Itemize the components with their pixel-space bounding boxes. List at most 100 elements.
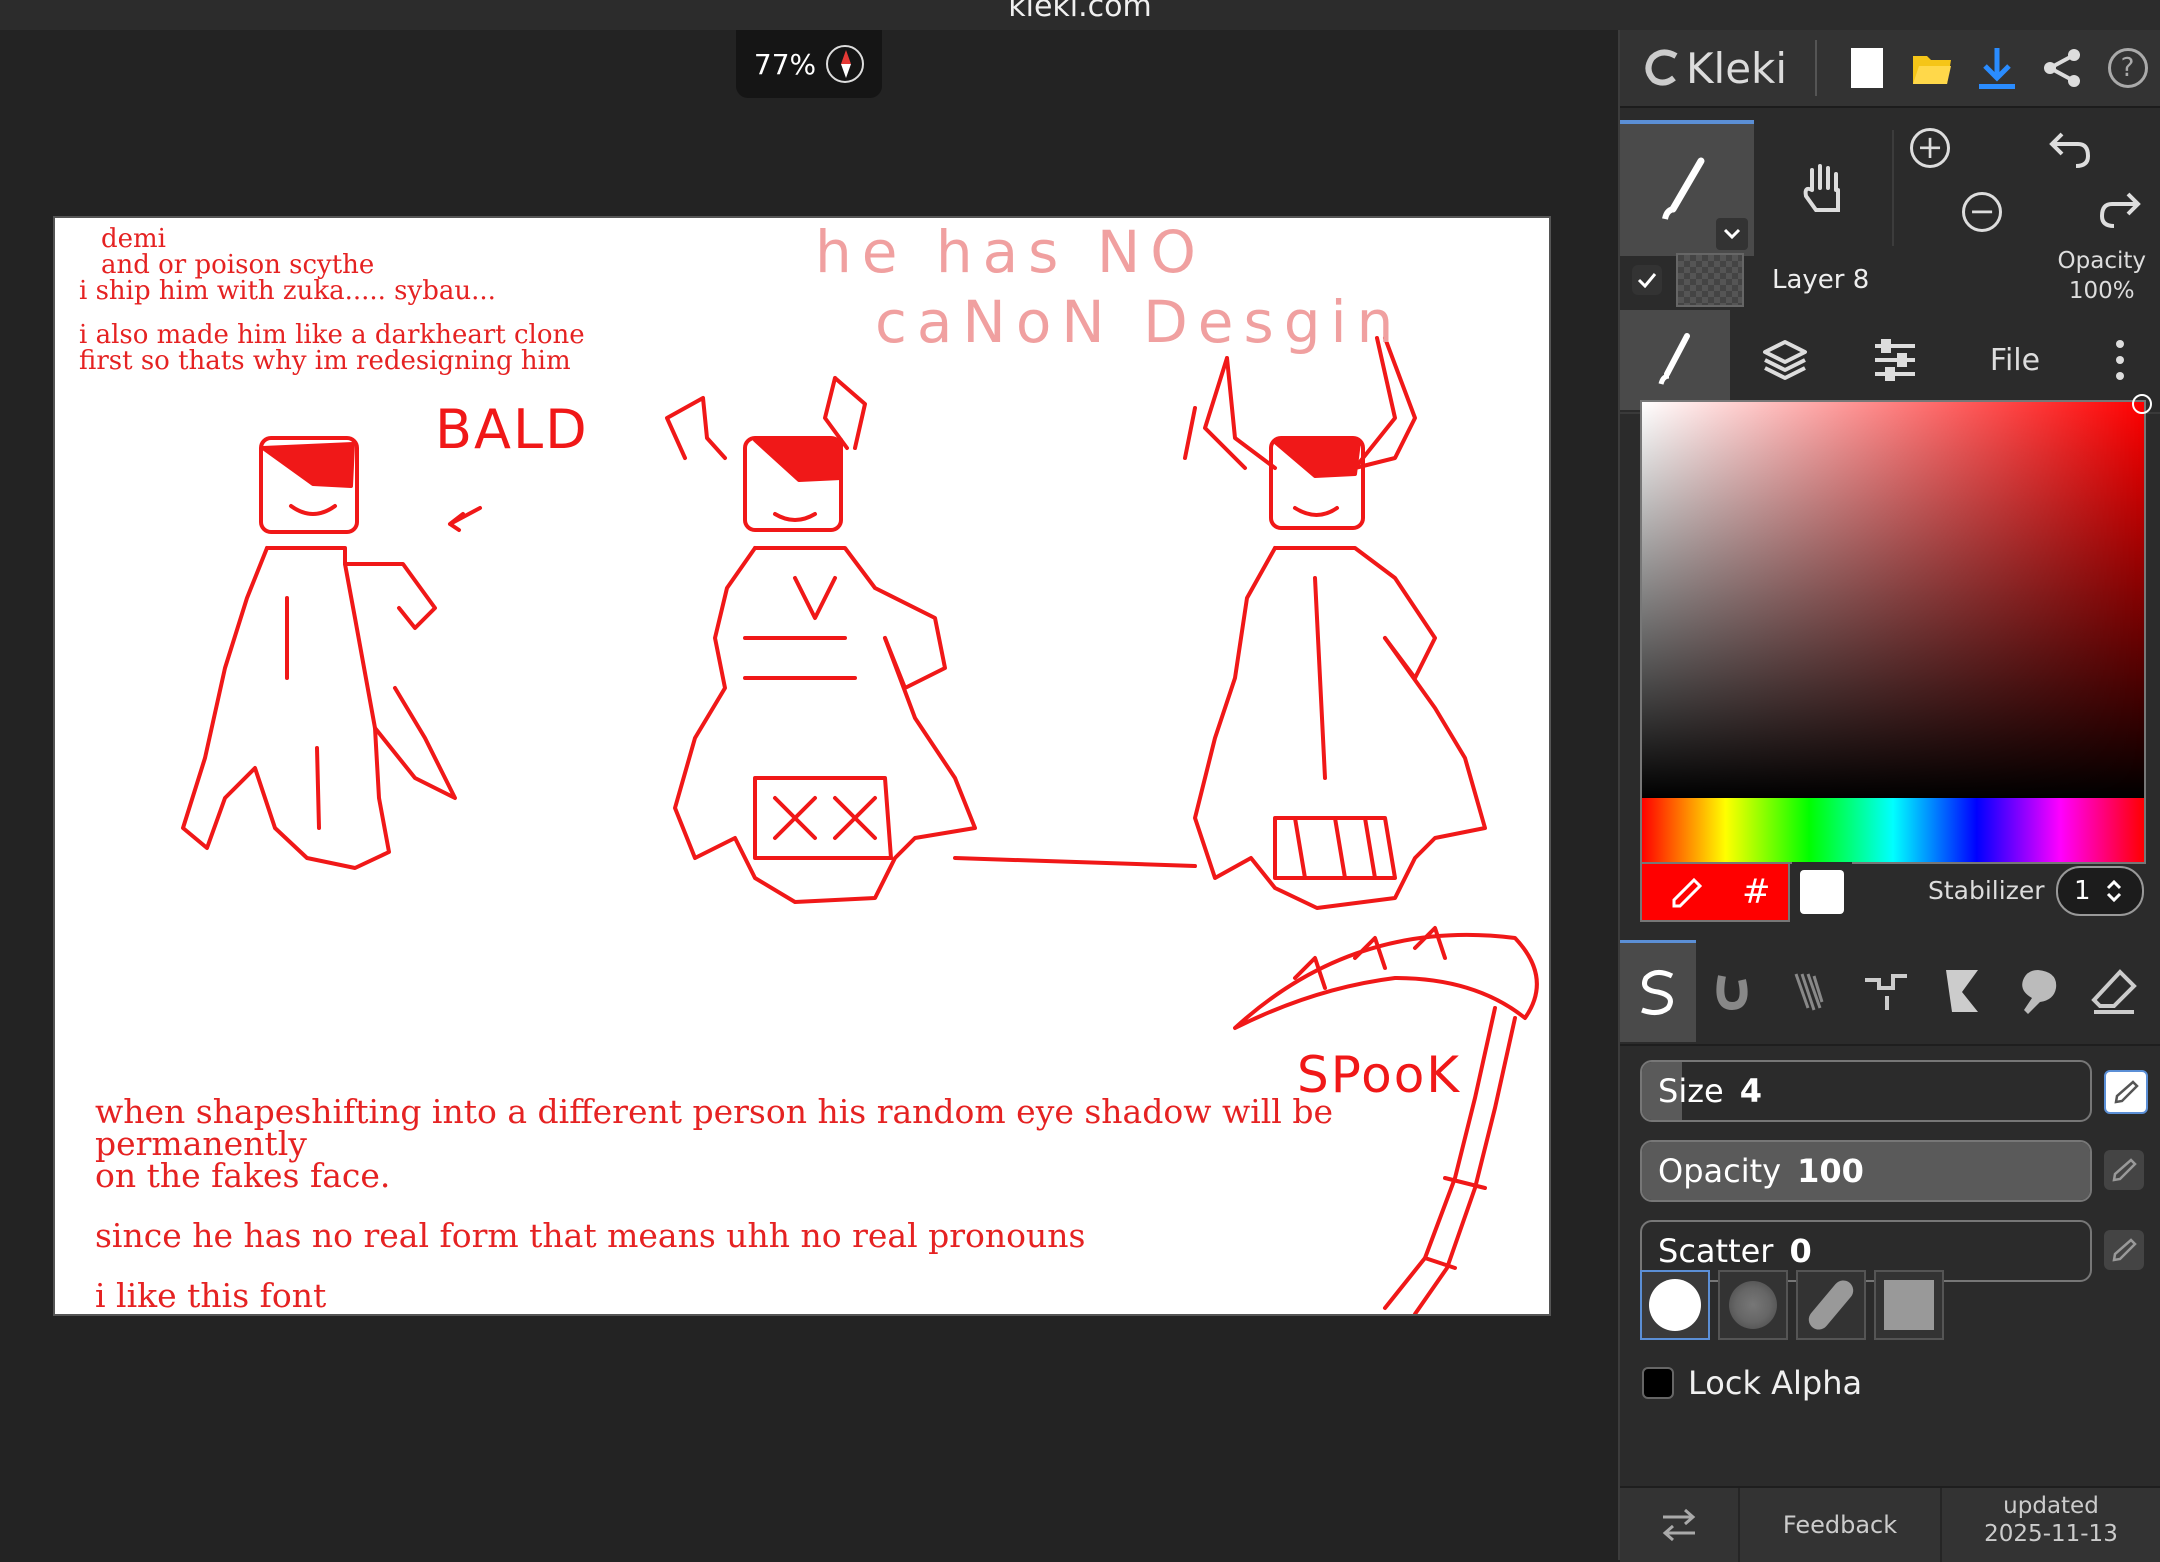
zoom-buttons: + − xyxy=(1896,120,2028,256)
opacity-label: Opacity xyxy=(1658,1152,1782,1190)
sketch-figure-horns xyxy=(665,376,977,904)
brush-tool-button[interactable] xyxy=(1620,120,1754,256)
compass-icon[interactable] xyxy=(826,45,865,83)
note-line: first so thats why im redesigning him xyxy=(79,346,571,376)
chisel-brush-shape[interactable] xyxy=(1796,1270,1866,1340)
stabilizer-select[interactable]: 1 xyxy=(2056,866,2144,916)
panel-tabs: File xyxy=(1620,310,2160,414)
kleki-logo-icon xyxy=(1645,49,1678,86)
opacity-pressure-toggle[interactable] xyxy=(2104,1150,2144,1190)
note-line: since he has no real form that means uhh… xyxy=(95,1216,1086,1255)
swap-arrows-icon xyxy=(1662,1508,1696,1542)
window-title: kleki.com xyxy=(1008,0,1152,24)
notes-bottom: when shapeshifting into a different pers… xyxy=(95,1092,1549,1315)
app-name: Kleki xyxy=(1686,43,1788,93)
pen-brush-tab[interactable] xyxy=(1620,940,1696,1042)
layer-opacity-label: Opacity xyxy=(2057,248,2146,274)
smudge-brush-icon xyxy=(2022,970,2057,1014)
tab-layers[interactable] xyxy=(1730,310,1840,410)
note-line: i also made him like a darkheart clone xyxy=(79,320,585,350)
note-line: on the fakes face. xyxy=(95,1156,391,1195)
tab-adjustments[interactable] xyxy=(1840,310,1950,410)
note-line: demi xyxy=(101,224,166,254)
app-toolbar: Kleki ? xyxy=(1620,30,2160,108)
chemy-brush-icon xyxy=(1946,970,1978,1012)
feedback-button[interactable]: Feedback xyxy=(1740,1488,1942,1562)
size-slider[interactable]: Size 4 xyxy=(1640,1060,2092,1122)
size-label: Size xyxy=(1658,1072,1724,1110)
pen-brush-icon xyxy=(1641,969,1674,1015)
new-image-icon[interactable] xyxy=(1835,48,1900,88)
note-line: i like this font xyxy=(95,1276,327,1315)
layer-visibility-checkbox[interactable] xyxy=(1632,265,1662,295)
size-value: 4 xyxy=(1739,1072,1762,1110)
pen-pressure-icon xyxy=(2114,1080,2139,1104)
help-icon[interactable]: ? xyxy=(2095,48,2160,88)
hand-icon xyxy=(1803,164,1840,212)
scatter-pressure-toggle[interactable] xyxy=(2104,1230,2144,1270)
opacity-slider[interactable]: Opacity 100 xyxy=(1640,1140,2092,1202)
zoom-indicator[interactable]: 77% xyxy=(736,30,882,98)
stabilizer-label: Stabilizer xyxy=(1928,876,2045,905)
size-pressure-toggle[interactable] xyxy=(2104,1070,2148,1114)
sketch-arrow xyxy=(448,506,482,532)
smudge-brush-tab[interactable] xyxy=(2000,940,2076,1042)
pixel-brush-icon xyxy=(1865,974,1907,1010)
hex-input-button[interactable]: # xyxy=(1742,872,1771,912)
secondary-color-swatch xyxy=(1800,870,1844,914)
download-icon[interactable] xyxy=(1965,46,2030,90)
sketchy-brush-icon xyxy=(1794,973,1824,1011)
note-line: i ship him with zuka..... sybau... xyxy=(79,276,496,306)
square-brush-shape[interactable] xyxy=(1874,1270,1944,1340)
circle-icon xyxy=(1649,1279,1701,1331)
sketch-figure-bald xyxy=(181,436,457,870)
tab-file[interactable]: File xyxy=(1950,310,2080,410)
lock-alpha-checkbox[interactable] xyxy=(1642,1367,1674,1399)
hue-slider[interactable] xyxy=(1640,798,2146,864)
eraser-tab[interactable] xyxy=(2076,940,2152,1042)
color-picker-handle[interactable] xyxy=(2132,394,2152,414)
layer-name: Layer 8 xyxy=(1772,265,1870,295)
update-info[interactable]: updated 2025-11-13 xyxy=(1942,1492,2160,1548)
history-buttons xyxy=(2028,120,2160,256)
pen-pressure-icon xyxy=(2112,1238,2137,1262)
lock-alpha-option[interactable]: Lock Alpha xyxy=(1642,1364,1862,1402)
primary-color-swatch[interactable]: # xyxy=(1640,862,1790,922)
note-line: when shapeshifting into a different pers… xyxy=(95,1092,1333,1163)
square-icon xyxy=(1884,1280,1934,1330)
redo-icon[interactable] xyxy=(2098,190,2142,230)
hand-tool-button[interactable] xyxy=(1756,120,1890,256)
canvas-workspace[interactable]: 77% demi and or poison scythe i ship him… xyxy=(0,30,1618,1560)
pixel-brush-tab[interactable] xyxy=(1848,940,1924,1042)
secondary-color-button[interactable] xyxy=(1792,862,1852,922)
layers-icon xyxy=(1763,340,1807,380)
layer-opacity: Opacity 100% xyxy=(2058,246,2146,306)
current-layer[interactable]: Layer 8 Opacity 100% xyxy=(1620,240,2160,320)
kleki-logo[interactable]: Kleki xyxy=(1642,44,1787,93)
open-folder-icon[interactable] xyxy=(1900,50,1965,86)
tool-selector: + − xyxy=(1620,120,2160,258)
soft-brush-shape[interactable] xyxy=(1718,1270,1788,1340)
sketchy-brush-tab[interactable] xyxy=(1772,940,1848,1042)
opacity-value: 100 xyxy=(1797,1152,1864,1190)
tab-brush[interactable] xyxy=(1620,310,1730,410)
brush-type-tabs xyxy=(1620,940,2160,1046)
blend-brush-tab[interactable] xyxy=(1696,940,1772,1042)
chemy-brush-tab[interactable] xyxy=(1924,940,2000,1042)
zoom-in-icon[interactable]: + xyxy=(1910,128,1950,168)
eyedropper-icon[interactable] xyxy=(1668,876,1704,912)
layer-opacity-value: 100% xyxy=(2068,278,2135,304)
chisel-icon xyxy=(1804,1276,1858,1334)
zoom-out-icon[interactable]: − xyxy=(1962,192,2002,232)
color-saturation-value-picker[interactable] xyxy=(1640,394,2152,800)
drawing-canvas[interactable]: demi and or poison scythe i ship him wit… xyxy=(53,216,1551,1316)
blend-brush-icon xyxy=(1716,975,1748,1011)
share-icon[interactable] xyxy=(2030,48,2095,88)
swap-side-button[interactable] xyxy=(1620,1488,1740,1562)
stabilizer-value: 1 xyxy=(2074,876,2091,906)
soft-circle-icon xyxy=(1729,1281,1777,1329)
undo-icon[interactable] xyxy=(2048,130,2092,170)
panel-footer: Feedback updated 2025-11-13 xyxy=(1620,1486,2160,1562)
round-brush-shape[interactable] xyxy=(1640,1270,1710,1340)
window-title-bar: kleki.com xyxy=(0,0,2160,30)
